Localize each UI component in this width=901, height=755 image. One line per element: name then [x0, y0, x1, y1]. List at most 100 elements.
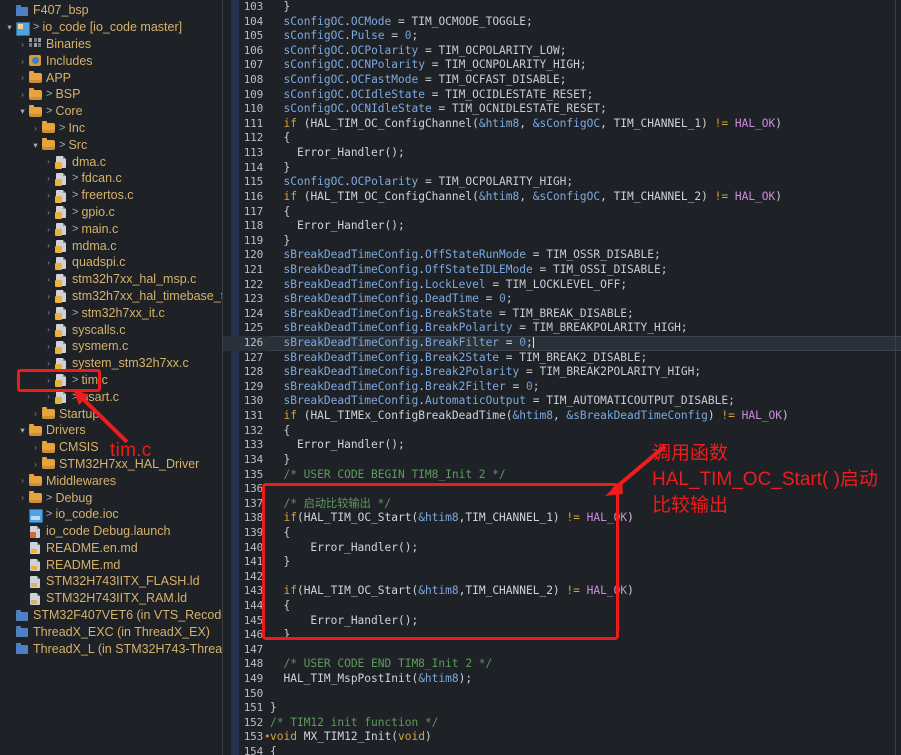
chevron-right-icon[interactable]: ›: [43, 376, 54, 385]
code-line[interactable]: 149 HAL_TIM_MspPostInit(&htim8);: [223, 672, 901, 687]
tree-item-io-code-ioc[interactable]: › >io_code.ioc: [0, 506, 222, 523]
code-line[interactable]: 140 Error_Handler();: [223, 541, 901, 556]
tree-item-readme-en-md[interactable]: › README.en.md: [0, 540, 222, 557]
chevron-right-icon[interactable]: ›: [43, 208, 54, 217]
code-line[interactable]: 132 {: [223, 424, 901, 439]
tree-item-includes[interactable]: › Includes: [0, 52, 222, 69]
chevron-right-icon[interactable]: ›: [17, 493, 28, 502]
code-line[interactable]: 151}: [223, 701, 901, 716]
tree-item-usart-c[interactable]: › > usart.c: [0, 388, 222, 405]
tree-item-src[interactable]: ▾ > Src: [0, 136, 222, 153]
code-line[interactable]: 150: [223, 687, 901, 702]
tree-item-stm32h7xx-it-c[interactable]: › > stm32h7xx_it.c: [0, 304, 222, 321]
code-line[interactable]: 128 sBreakDeadTimeConfig.Break2Polarity …: [223, 365, 901, 380]
code-line[interactable]: 116 if (HAL_TIM_OC_ConfigChannel(&htim8,…: [223, 190, 901, 205]
chevron-down-icon[interactable]: ▾: [4, 23, 15, 32]
code-line[interactable]: 112 {: [223, 131, 901, 146]
tree-item-stm32h743iitx-ram-ld[interactable]: › STM32H743IITX_RAM.ld: [0, 590, 222, 607]
chevron-right-icon[interactable]: ›: [30, 124, 41, 133]
code-line[interactable]: 147: [223, 643, 901, 658]
code-line[interactable]: 130 sBreakDeadTimeConfig.AutomaticOutput…: [223, 394, 901, 409]
tree-item-stm32f407vet6-in-vts-recode[interactable]: › STM32F407VET6 (in VTS_Recode): [0, 607, 222, 624]
tree-item-tim-c[interactable]: › > tim.c: [0, 372, 222, 389]
code-line[interactable]: 109 sConfigOC.OCIdleState = TIM_OCIDLEST…: [223, 88, 901, 103]
code-line[interactable]: 110 sConfigOC.OCNIdleState = TIM_OCNIDLE…: [223, 102, 901, 117]
chevron-right-icon[interactable]: ›: [43, 241, 54, 250]
code-line[interactable]: 148 /* USER CODE END TIM8_Init 2 */: [223, 657, 901, 672]
chevron-right-icon[interactable]: ›: [43, 191, 54, 200]
code-line[interactable]: 122 sBreakDeadTimeConfig.LockLevel = TIM…: [223, 278, 901, 293]
code-line[interactable]: 129 sBreakDeadTimeConfig.Break2Filter = …: [223, 380, 901, 395]
chevron-right-icon[interactable]: ›: [30, 409, 41, 418]
code-line[interactable]: 125 sBreakDeadTimeConfig.BreakPolarity =…: [223, 321, 901, 336]
chevron-right-icon[interactable]: ›: [43, 157, 54, 166]
code-line[interactable]: 115 sConfigOC.OCPolarity = TIM_OCPOLARIT…: [223, 175, 901, 190]
code-line[interactable]: 139 {: [223, 526, 901, 541]
chevron-right-icon[interactable]: ›: [43, 224, 54, 234]
tree-item-debug[interactable]: › > Debug: [0, 489, 222, 506]
tree-item-stm32h743iitx-flash-ld[interactable]: › STM32H743IITX_FLASH.ld: [0, 573, 222, 590]
tree-item-drivers[interactable]: ▾ Drivers: [0, 422, 222, 439]
code-line[interactable]: 144 {: [223, 599, 901, 614]
tree-item-main-c[interactable]: › > main.c: [0, 220, 222, 237]
code-line[interactable]: 142: [223, 570, 901, 585]
code-line[interactable]: 145 Error_Handler();: [223, 614, 901, 629]
code-line[interactable]: 105 sConfigOC.Pulse = 0;: [223, 29, 901, 44]
chevron-right-icon[interactable]: ›: [17, 40, 28, 49]
tree-item-syscalls-c[interactable]: › syscalls.c: [0, 321, 222, 338]
tree-item-io-code-debug-launch[interactable]: › io_code Debug.launch: [0, 523, 222, 540]
chevron-down-icon[interactable]: ▾: [17, 107, 28, 116]
code-line[interactable]: 104 sConfigOC.OCMode = TIM_OCMODE_TOGGLE…: [223, 15, 901, 30]
chevron-right-icon[interactable]: ›: [17, 57, 28, 66]
chevron-right-icon[interactable]: ›: [43, 275, 54, 284]
tree-item-app[interactable]: › APP: [0, 69, 222, 86]
code-line[interactable]: 119 }: [223, 234, 901, 249]
tree-item-sysmem-c[interactable]: › sysmem.c: [0, 338, 222, 355]
chevron-right-icon[interactable]: ›: [43, 292, 54, 301]
tree-item-mdma-c[interactable]: › mdma.c: [0, 237, 222, 254]
tree-item-startup[interactable]: › Startup: [0, 405, 222, 422]
tree-item-stm32h7xx-hal-timebase-tim-c[interactable]: › stm32h7xx_hal_timebase_tim.c: [0, 288, 222, 305]
code-line[interactable]: 154 {: [223, 745, 901, 755]
tree-item-io-code-io-code-master[interactable]: ▾ > io_code [io_code master]: [0, 19, 222, 36]
tree-item-fdcan-c[interactable]: › > fdcan.c: [0, 170, 222, 187]
tree-item-gpio-c[interactable]: › > gpio.c: [0, 204, 222, 221]
code-line[interactable]: 118 Error_Handler();: [223, 219, 901, 234]
tree-item-middlewares[interactable]: › Middlewares: [0, 472, 222, 489]
chevron-right-icon[interactable]: ›: [43, 342, 54, 351]
code-line[interactable]: 141 }: [223, 555, 901, 570]
tree-item-core[interactable]: ▾ > Core: [0, 103, 222, 120]
chevron-right-icon[interactable]: ›: [43, 392, 54, 401]
tree-item-freertos-c[interactable]: › > freertos.c: [0, 187, 222, 204]
chevron-right-icon[interactable]: ›: [30, 460, 41, 469]
code-line[interactable]: 123 sBreakDeadTimeConfig.DeadTime = 0;: [223, 292, 901, 307]
chevron-right-icon[interactable]: ›: [17, 73, 28, 82]
project-explorer-tree[interactable]: ›F407_bsp▾>io_code [io_code master]›Bina…: [0, 0, 223, 755]
tree-item-bsp[interactable]: › > BSP: [0, 86, 222, 103]
chevron-right-icon[interactable]: ›: [30, 443, 41, 452]
code-line[interactable]: 152 /* TIM12 init function */: [223, 716, 901, 731]
code-line[interactable]: 120 sBreakDeadTimeConfig.OffStateRunMode…: [223, 248, 901, 263]
code-line[interactable]: 126 sBreakDeadTimeConfig.BreakFilter = 0…: [223, 336, 901, 351]
code-line[interactable]: 146 }: [223, 628, 901, 643]
chevron-right-icon[interactable]: ›: [17, 90, 28, 99]
code-line[interactable]: 121 sBreakDeadTimeConfig.OffStateIDLEMod…: [223, 263, 901, 278]
code-line[interactable]: 113 Error_Handler();: [223, 146, 901, 161]
code-lines[interactable]: 103 } 104 sConfigOC.OCMode = TIM_OCMODE_T…: [223, 0, 901, 755]
code-editor[interactable]: 103 } 104 sConfigOC.OCMode = TIM_OCMODE_T…: [223, 0, 901, 755]
tree-item-threadx-exc-in-threadx-ex[interactable]: › ThreadX_EXC (in ThreadX_EX): [0, 623, 222, 640]
tree-item-dma-c[interactable]: › dma.c: [0, 153, 222, 170]
chevron-right-icon[interactable]: ›: [17, 476, 28, 485]
tree-item-stm32h7xx-hal-msp-c[interactable]: › stm32h7xx_hal_msp.c: [0, 271, 222, 288]
tree-item-inc[interactable]: › > Inc: [0, 120, 222, 137]
tree-item-f407-bsp[interactable]: › F407_bsp: [0, 2, 222, 19]
chevron-right-icon[interactable]: ›: [43, 258, 54, 267]
tree-item-binaries[interactable]: › Binaries: [0, 36, 222, 53]
code-line[interactable]: 143 if(HAL_TIM_OC_Start(&htim8,TIM_CHANN…: [223, 584, 901, 599]
code-line[interactable]: 124 sBreakDeadTimeConfig.BreakState = TI…: [223, 307, 901, 322]
tree-item-quadspi-c[interactable]: › quadspi.c: [0, 254, 222, 271]
code-line[interactable]: 111 if (HAL_TIM_OC_ConfigChannel(&htim8,…: [223, 117, 901, 132]
code-line[interactable]: 131 if (HAL_TIMEx_ConfigBreakDeadTime(&h…: [223, 409, 901, 424]
tree-item-readme-md[interactable]: › README.md: [0, 556, 222, 573]
tree-item-threadx-l-in-stm32h743-threadx[interactable]: › ThreadX_L (in STM32H743-ThreadX): [0, 640, 222, 657]
